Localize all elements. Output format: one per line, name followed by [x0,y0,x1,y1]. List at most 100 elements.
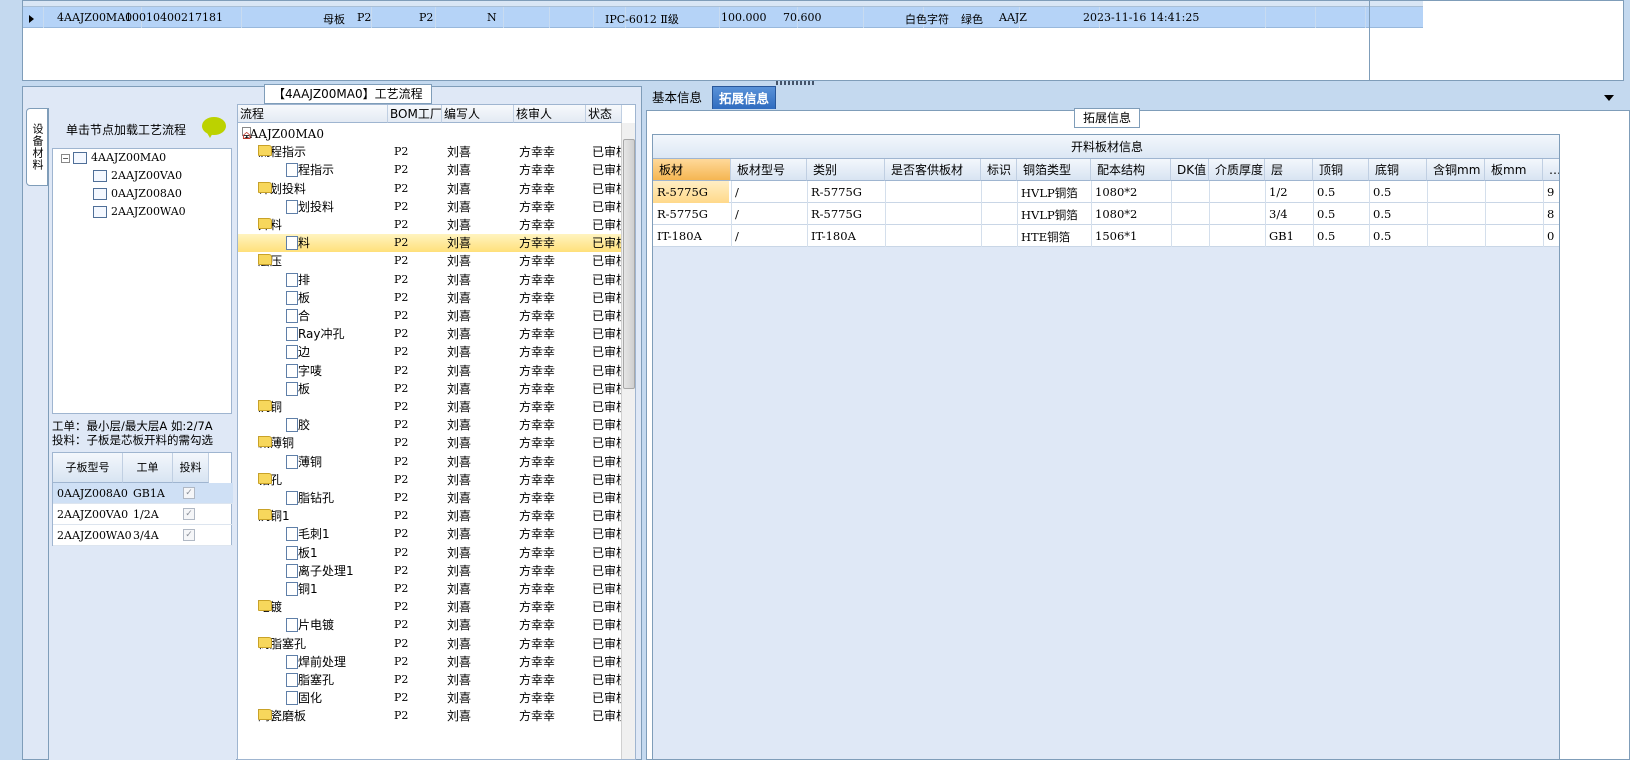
process-row[interactable]: −树脂塞孔P2刘喜方幸幸已审核 [238,635,628,653]
process-row[interactable]: 树脂塞孔 P2 刘喜 方幸幸 已审核 [238,671,628,689]
process-row[interactable]: −减薄铜P2刘喜方幸幸已审核 [238,434,628,452]
material-cell: R-5775G [657,207,708,221]
process-bom-factory: P2 [394,491,409,504]
material-col-header[interactable]: 底铜 [1369,159,1427,181]
tab-dropdown-icon[interactable] [1604,95,1614,101]
document-icon [286,345,298,360]
material-col-header[interactable]: 板材 [653,159,731,181]
col-header-process[interactable]: 流程 [238,105,388,123]
table-row[interactable]: IT-180A / IT-180A HTE铜箔 1506*1 GB1 0.5 0.5 0 [653,225,1559,247]
tree-child-node[interactable]: 2AAJZ00VA0 [93,169,182,185]
process-bom-factory: P2 [394,618,409,632]
process-row[interactable]: 打字唛 P2 刘喜 方幸幸 已审核 [238,362,628,380]
process-reviewer: 方幸幸 [519,636,556,651]
scrollbar-thumb[interactable] [623,139,635,389]
process-row[interactable]: 树脂钻孔 P2 刘喜 方幸幸 已审核 [238,489,628,507]
material-col-header[interactable]: 顶铜 [1313,159,1369,181]
process-reviewer: 方幸幸 [519,236,556,251]
tree-child-node[interactable]: 0AAJZ008A0 [93,187,182,203]
process-row[interactable]: 终固化 P2 刘喜 方幸幸 已审核 [238,689,628,707]
process-row[interactable]: −钻孔P2刘喜方幸幸已审核 [238,471,628,489]
click-hint-bar: 单击节点加载工艺流程 [52,110,232,146]
process-name: 铣边 [286,344,310,360]
material-col-header[interactable]: 配本结构 [1091,159,1171,181]
process-row[interactable]: 烘板1 P2 刘喜 方幸幸 已审核 [238,544,628,562]
material-col-header[interactable]: 板材型号 [731,159,807,181]
process-row[interactable]: −沉铜P2刘喜方幸幸已审核 [238,398,628,416]
material-col-header[interactable]: … [1543,159,1559,181]
document-icon [286,309,298,323]
process-name: 计划投料 [286,199,334,215]
process-row[interactable]: − ⌂ 4AAJZ00MA0 [238,125,621,143]
material-cell: HTE铜箔 [1021,230,1071,244]
process-writer: 刘喜 [447,454,472,469]
process-reviewer: 方幸幸 [519,418,556,433]
material-col-header[interactable]: DK值 [1171,159,1209,181]
col-header-reviewer[interactable]: 核审人 [514,105,586,123]
horizontal-splitter-grip[interactable] [776,81,816,85]
material-col-header[interactable]: 铜箔类型 [1017,159,1091,181]
vertical-splitter[interactable] [637,104,645,760]
table-row[interactable]: R-5775G / R-5775G HVLP铜箔 1080*2 1/2 0.5 0.5 9 [653,181,1559,203]
process-row[interactable]: 等离子处理1 P2 刘喜 方幸幸 已审核 [238,562,628,580]
process-row[interactable]: −计划投料P2刘喜方幸幸已审核 [238,180,628,198]
process-row[interactable]: −电镀P2刘喜方幸幸已审核 [238,598,628,616]
process-row[interactable]: 铣边 P2 刘喜 方幸幸 已审核 [238,343,628,361]
process-row[interactable]: −陶瓷磨板P2刘喜方幸幸已审核 [238,707,628,725]
tab-extended-info[interactable]: 拓展信息 [712,86,777,109]
material-col-header[interactable]: 是否客供板材 [885,159,981,181]
table-row[interactable]: 2AAJZ00VA0 1/2A ✓ [53,504,233,525]
table-row[interactable]: 0AAJZ008A0 GB1A ✓ [53,483,233,504]
process-row[interactable]: −流程指示P2刘喜方幸幸已审核 [238,143,628,161]
document-icon [286,381,298,396]
material-col-header[interactable]: 介质厚度 [1209,159,1265,181]
col-header-writer[interactable]: 编写人 [442,105,514,123]
process-row[interactable]: 压合 P2 刘喜 方幸幸 已审核 [238,307,628,325]
process-row[interactable]: 计划投料 P2 刘喜 方幸幸 已审核 [238,198,628,216]
process-row[interactable]: 阻焊前处理 P2 刘喜 方幸幸 已审核 [238,653,628,671]
process-row[interactable]: 除胶 P2 刘喜 方幸幸 已审核 [238,416,628,434]
process-row[interactable]: −层压P2刘喜方幸幸已审核 [238,252,628,270]
tree-root-node[interactable]: −4AAJZ00MA0 [61,151,166,167]
feed-checkbox[interactable]: ✓ [183,508,195,520]
material-col-header[interactable]: 类别 [807,159,885,181]
material-cell: 0.5 [1317,229,1336,243]
col-header-status[interactable]: 状态 [586,105,622,123]
material-col-header[interactable]: 层 [1265,159,1313,181]
material-col-header[interactable]: 板mm [1485,159,1543,181]
col-header-feed[interactable]: 投料 [173,453,209,483]
process-row[interactable]: 开料 P2 刘喜 方幸幸 已审核 [238,234,628,253]
feed-checkbox[interactable]: ✓ [183,529,195,541]
process-reviewer: 方幸幸 [519,563,556,578]
process-row[interactable]: 预排 P2 刘喜 方幸幸 已审核 [238,271,628,289]
process-row[interactable]: −开料P2刘喜方幸幸已审核 [238,216,628,234]
process-writer: 刘喜 [447,436,472,451]
collapse-icon[interactable]: − [61,153,70,163]
feed-checkbox[interactable]: ✓ [183,487,195,499]
process-row[interactable]: 沉铜1 P2 刘喜 方幸幸 已审核 [238,580,628,598]
col-header-bom-factory[interactable]: BOM工厂 [388,105,442,123]
table-row[interactable]: 2AAJZ00WA0 3/4A ✓ [53,525,233,546]
process-row[interactable]: 排板 P2 刘喜 方幸幸 已审核 [238,289,628,307]
material-col-header[interactable]: 含铜mm [1427,159,1485,181]
col-header-order[interactable]: 工单 [123,453,173,483]
material-cell: 1080*2 [1095,207,1138,221]
process-row[interactable]: 去毛刺1 P2 刘喜 方幸幸 已审核 [238,525,628,543]
vertical-tab-materials[interactable]: 设备材料 [26,108,48,186]
material-cell: 0 [1547,229,1555,243]
process-row[interactable]: 减薄铜 P2 刘喜 方幸幸 已审核 [238,453,628,471]
col-header-model[interactable]: 子板型号 [53,453,123,483]
process-row[interactable]: 负片电镀 P2 刘喜 方幸幸 已审核 [238,616,628,634]
material-col-header[interactable]: 标识 [981,159,1017,181]
process-bom-factory: P2 [394,636,409,650]
process-row[interactable]: X-Ray冲孔 P2 刘喜 方幸幸 已审核 [238,325,628,343]
process-name: 打字唛 [286,363,322,379]
table-row[interactable]: R-5775G / R-5775G HVLP铜箔 1080*2 3/4 0.5 0.5 8 [653,203,1559,225]
tree-child-node[interactable]: 2AAJZ00WA0 [93,205,186,221]
process-row[interactable]: −沉铜1P2刘喜方幸幸已审核 [238,507,628,525]
top-grid-selected-row[interactable]: 4AAJZ00MA0 10010400217181 母板 P2 P2 N IPC… [23,7,1423,28]
process-row[interactable]: 流程指示 P2 刘喜 方幸幸 已审核 [238,161,628,179]
vertical-scrollbar[interactable] [621,123,635,759]
tab-basic-info[interactable]: 基本信息 [646,86,708,109]
process-row[interactable]: 烘板 P2 刘喜 方幸幸 已审核 [238,380,628,398]
